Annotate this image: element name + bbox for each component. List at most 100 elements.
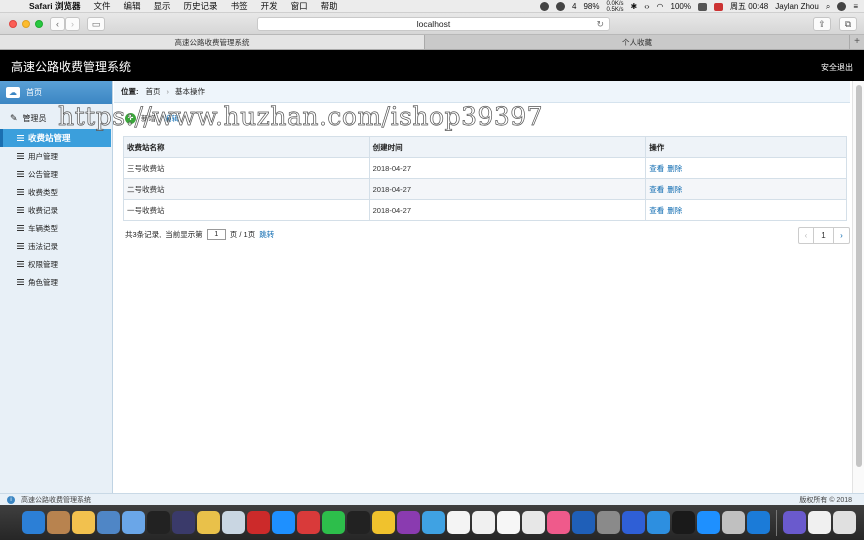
logout-link[interactable]: 安全退出 [821,62,853,73]
sidebar-item-users[interactable]: 用户管理 [0,147,112,165]
dock-app-icon[interactable] [808,511,831,534]
code-icon[interactable]: ‹› [644,2,649,11]
dock-app-icon[interactable] [622,511,645,534]
bluetooth-icon[interactable]: ✱ [631,2,638,11]
dock-app-icon[interactable] [447,511,470,534]
notification-center-icon[interactable]: ≡ [853,2,858,11]
edit-button[interactable]: 编辑 [164,113,179,124]
siri-icon[interactable] [837,2,847,11]
qq-icon[interactable] [556,2,566,11]
sidebar-item-toll-stations[interactable]: 收费站管理 [0,129,111,147]
jump-link[interactable]: 跳转 [259,229,274,240]
current-page-button[interactable]: 1 [814,228,834,243]
dock-app-icon[interactable] [197,511,220,534]
dock-app-icon[interactable] [747,511,770,534]
sidebar-item-violations[interactable]: 违法记录 [0,237,112,255]
us-flag-icon[interactable] [714,2,723,11]
dock-app-icon[interactable] [47,511,70,534]
tab-favorites-title: 个人收藏 [622,38,652,47]
reload-icon[interactable]: ↻ [596,18,604,31]
battery-percent[interactable]: 98% [583,2,599,11]
dock-app-icon[interactable] [147,511,170,534]
menu-file[interactable]: 文件 [94,0,111,12]
dock-app-icon[interactable] [72,511,95,534]
page-scrollbar[interactable] [852,81,864,493]
menu-edit[interactable]: 编辑 [124,0,141,12]
add-button[interactable]: 新增 [141,113,156,124]
dock-app-icon[interactable] [783,511,806,534]
menu-help[interactable]: 帮助 [321,0,338,12]
dock-app-icon[interactable] [322,511,345,534]
delete-link[interactable]: 删除 [667,206,682,215]
dock-app-icon[interactable] [397,511,420,534]
wechat-icon[interactable] [540,2,550,11]
view-link[interactable]: 查看 [649,164,664,173]
address-bar[interactable]: localhost ↻ [257,17,610,31]
share-icon[interactable]: ⇪ [813,17,831,31]
dock-app-icon[interactable] [547,511,570,534]
forward-button[interactable]: › [65,17,80,31]
menu-app-name[interactable]: Safari 浏览器 [29,0,81,12]
dock-app-icon[interactable] [372,511,395,534]
next-page-button[interactable]: › [834,228,849,243]
dock-app-icon[interactable] [522,511,545,534]
dock-app-icon[interactable] [472,511,495,534]
sidebar-item-fee-types[interactable]: 收费类型 [0,183,112,201]
dock-app-icon[interactable] [572,511,595,534]
dock-app-icon[interactable] [833,511,856,534]
dock-app-icon[interactable] [122,511,145,534]
battery-icon[interactable] [698,2,707,11]
sidebar-group-admin[interactable]: ✎ 管理员 [0,107,112,129]
zoom-window-button[interactable] [35,20,43,28]
wifi-icon[interactable]: ◠ [657,2,664,11]
menu-develop[interactable]: 开发 [261,0,278,12]
clock[interactable]: 周五 00:48 [730,1,768,12]
tab-favorites[interactable]: 个人收藏 [425,35,850,49]
dock-app-icon[interactable] [97,511,120,534]
tab-main[interactable]: 高速公路收费管理系统 [0,35,425,49]
page-number-input[interactable]: 1 [206,229,226,240]
dock-app-icon[interactable] [22,511,45,534]
close-window-button[interactable] [9,20,17,28]
dock-app-icon[interactable] [697,511,720,534]
dock-app-icon[interactable] [722,511,745,534]
sidebar-item-roles[interactable]: 角色管理 [0,273,112,291]
dock-app-icon[interactable] [497,511,520,534]
notify-count[interactable]: 4 [572,2,576,11]
sidebar-item-permissions[interactable]: 权限管理 [0,255,112,273]
dock-app-icon[interactable] [247,511,270,534]
dock-app-icon[interactable] [597,511,620,534]
add-icon[interactable]: + [125,112,136,124]
sidebar-home[interactable]: ☁ 首页 [0,81,112,104]
sidebar-item-vehicle-types[interactable]: 车辆类型 [0,219,112,237]
dock-app-icon[interactable] [172,511,195,534]
sidebar-toggle-icon[interactable]: ▭ [87,17,105,31]
minimize-window-button[interactable] [22,20,30,28]
user-name[interactable]: Jaylan Zhou [775,2,819,11]
menu-window[interactable]: 窗口 [291,0,308,12]
scrollbar-thumb[interactable] [856,85,862,467]
menu-bookmarks[interactable]: 书签 [231,0,248,12]
breadcrumb-home[interactable]: 首页 [146,86,161,97]
dock-app-icon[interactable] [297,511,320,534]
delete-link[interactable]: 删除 [667,164,682,173]
dock-app-icon[interactable] [422,511,445,534]
back-button[interactable]: ‹ [50,17,65,31]
zoom-percent[interactable]: 100% [671,2,691,11]
menu-history[interactable]: 历史记录 [184,0,218,12]
dock-app-icon[interactable] [222,511,245,534]
menu-view[interactable]: 显示 [154,0,171,12]
dock-app-icon[interactable] [672,511,695,534]
delete-link[interactable]: 删除 [667,185,682,194]
sidebar-item-notices[interactable]: 公告管理 [0,165,112,183]
view-link[interactable]: 查看 [649,185,664,194]
dock-app-icon[interactable] [272,511,295,534]
tabs-overview-icon[interactable]: ⧉ [839,17,857,31]
prev-page-button[interactable]: ‹ [799,228,814,243]
spotlight-icon[interactable]: ⌕ [826,2,830,12]
dock-app-icon[interactable] [347,511,370,534]
new-tab-button[interactable]: + [850,35,864,49]
sidebar-item-fee-records[interactable]: 收费记录 [0,201,112,219]
view-link[interactable]: 查看 [649,206,664,215]
dock-app-icon[interactable] [647,511,670,534]
